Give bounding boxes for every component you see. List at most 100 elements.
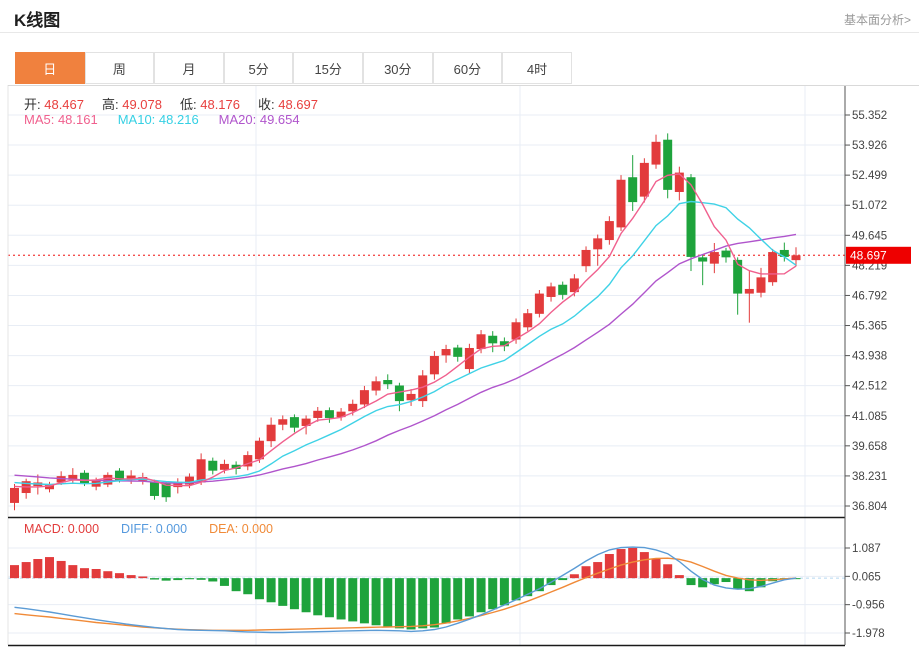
macd-bar bbox=[150, 578, 159, 579]
candle-body bbox=[640, 163, 649, 197]
legend-ohlc-item: 收: 48.697 bbox=[258, 97, 318, 112]
macd-bar bbox=[465, 578, 474, 616]
y-axis-label: 52.499 bbox=[852, 170, 887, 182]
macd-bar bbox=[232, 578, 241, 591]
header-divider bbox=[0, 32, 919, 33]
candle-body bbox=[628, 177, 637, 202]
macd-bar bbox=[605, 554, 614, 578]
candle-body bbox=[407, 394, 416, 400]
y-axis-label: 36.804 bbox=[852, 501, 888, 513]
legend-ma-item: MA10: 48.216 bbox=[118, 112, 199, 127]
y-axis-label: 43.938 bbox=[852, 351, 887, 363]
candle-body bbox=[722, 251, 731, 258]
legend-ohlc-item: 低: 48.176 bbox=[180, 97, 240, 112]
candle-body bbox=[582, 250, 591, 266]
fundamental-analysis-link[interactable]: 基本面分析> bbox=[844, 11, 911, 28]
macd-bar bbox=[722, 578, 731, 582]
macd-bar bbox=[383, 578, 392, 627]
macd-bar bbox=[208, 578, 217, 581]
page-title: K线图 bbox=[14, 6, 60, 31]
macd-bar bbox=[267, 578, 276, 602]
y-axis-label: -1.978 bbox=[852, 628, 885, 640]
macd-bar bbox=[593, 562, 602, 578]
macd-bar bbox=[243, 578, 252, 594]
macd-bar bbox=[348, 578, 357, 621]
macd-bar bbox=[442, 578, 451, 623]
candle-body bbox=[103, 475, 112, 485]
candle-body bbox=[710, 252, 719, 264]
legend-ohlc-item: 开: 48.467 bbox=[24, 97, 84, 112]
macd-bar bbox=[162, 578, 171, 580]
macd-bar bbox=[80, 568, 89, 578]
tab-5分[interactable]: 5分 bbox=[224, 52, 294, 84]
macd-bar bbox=[127, 575, 136, 578]
y-axis-label: 45.365 bbox=[852, 321, 887, 333]
candle-body bbox=[442, 349, 451, 355]
candle-body bbox=[383, 380, 392, 384]
y-axis-label: 49.645 bbox=[852, 230, 887, 242]
macd-bar bbox=[687, 578, 696, 585]
candle-body bbox=[325, 410, 334, 418]
candle-body bbox=[465, 348, 474, 369]
macd-bar bbox=[372, 578, 381, 625]
macd-bar bbox=[45, 557, 54, 578]
candle-body bbox=[535, 294, 544, 314]
candle-body bbox=[663, 140, 672, 190]
macd-bar bbox=[185, 578, 194, 579]
macd-bar bbox=[488, 578, 497, 609]
candle-body bbox=[617, 180, 626, 228]
macd-bar bbox=[558, 578, 567, 580]
y-axis-label: 53.926 bbox=[852, 140, 887, 152]
candle-body bbox=[547, 286, 556, 297]
macd-bar bbox=[197, 578, 206, 580]
kline-page: 55.35253.92652.49951.07249.64548.21946.7… bbox=[0, 0, 919, 647]
y-axis-label: 46.792 bbox=[852, 290, 887, 302]
macd-bar bbox=[302, 578, 311, 612]
y-axis-label: 55.352 bbox=[852, 110, 887, 122]
tab-周[interactable]: 周 bbox=[85, 52, 155, 84]
candle-body bbox=[593, 238, 602, 249]
candle-body bbox=[745, 289, 754, 294]
macd-bar bbox=[337, 578, 346, 619]
candle-body bbox=[477, 334, 486, 349]
ma5-line bbox=[15, 174, 797, 487]
tab-60分[interactable]: 60分 bbox=[433, 52, 503, 84]
candle-body bbox=[80, 473, 89, 484]
candle-body bbox=[652, 142, 661, 165]
macd-bar bbox=[418, 578, 427, 628]
candle-body bbox=[791, 255, 800, 260]
tab-日[interactable]: 日 bbox=[15, 52, 85, 84]
tab-30分[interactable]: 30分 bbox=[363, 52, 433, 84]
macd-bar bbox=[512, 578, 521, 600]
y-axis-label: 41.085 bbox=[852, 411, 887, 423]
interval-tabbar: 日周月5分15分30分60分4时 bbox=[8, 52, 911, 86]
macd-bar bbox=[92, 569, 101, 578]
y-axis-label: 51.072 bbox=[852, 200, 887, 212]
candle-body bbox=[488, 336, 497, 344]
macd-bar bbox=[395, 578, 404, 628]
legend-macd-item: DIFF: 0.000 bbox=[121, 522, 187, 536]
candle-body bbox=[523, 313, 532, 327]
tab-4时[interactable]: 4时 bbox=[502, 52, 572, 84]
macd-legend: MACD: 0.000DIFF: 0.000DEA: 0.000 bbox=[24, 522, 295, 536]
macd-bar bbox=[570, 574, 579, 578]
candle-body bbox=[290, 417, 299, 428]
candle-body bbox=[756, 277, 765, 292]
macd-bar bbox=[453, 578, 462, 619]
candle-body bbox=[208, 461, 217, 471]
y-axis-label: -0.956 bbox=[852, 600, 885, 612]
tab-15分[interactable]: 15分 bbox=[293, 52, 363, 84]
macd-bar bbox=[10, 565, 19, 578]
macd-bar bbox=[115, 573, 124, 578]
macd-bar bbox=[733, 578, 742, 589]
candle-body bbox=[267, 425, 276, 441]
tab-月[interactable]: 月 bbox=[154, 52, 224, 84]
ohlc-legend: 开: 48.467高: 49.078低: 48.176收: 48.697 bbox=[24, 94, 336, 113]
legend-ma-item: MA20: 49.654 bbox=[219, 112, 300, 127]
candle-body bbox=[698, 257, 707, 261]
candle-body bbox=[675, 173, 684, 192]
macd-bar bbox=[57, 561, 66, 578]
macd-bar bbox=[22, 562, 31, 578]
y-axis-label: 38.231 bbox=[852, 471, 887, 483]
macd-bar bbox=[220, 578, 229, 586]
